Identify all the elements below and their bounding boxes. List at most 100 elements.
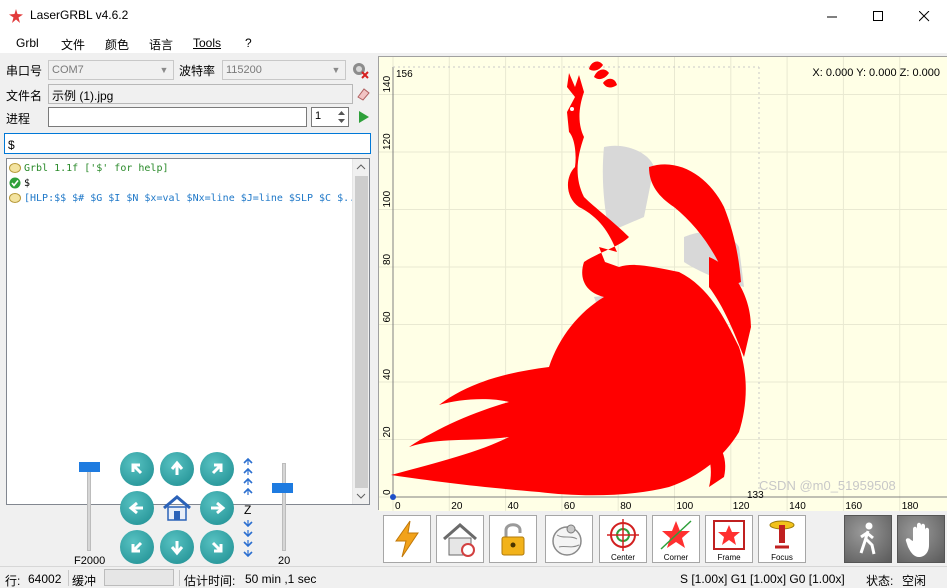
progress-label: 进程 — [6, 112, 31, 126]
frame-label: Frame — [717, 552, 741, 562]
coordinate-readout: X: 0.000 Y: 0.000 Z: 0.000 — [812, 67, 940, 79]
eraser-icon — [357, 88, 370, 101]
watermark-text: CSDN @m0_51959508 — [759, 478, 896, 493]
copies-value: 1 — [315, 110, 322, 122]
z-up-arrows-icon[interactable] — [243, 457, 253, 497]
maximize-button[interactable] — [855, 0, 901, 32]
step-slider-track[interactable] — [282, 463, 286, 551]
jog-up-left-button[interactable] — [120, 452, 154, 486]
x-tick-label: 20 — [451, 501, 463, 511]
jog-up-button[interactable] — [160, 452, 194, 486]
corner-star-icon — [660, 519, 692, 550]
jog-up-right-button[interactable] — [200, 452, 234, 486]
laser-grbl-window: LaserGRBL v4.6.2 Grbl 文件 颜色 语言 Tools ? 串… — [0, 0, 947, 588]
walk-button[interactable] — [844, 515, 892, 563]
walking-person-icon — [859, 522, 876, 555]
frame-button[interactable]: Frame — [705, 515, 753, 563]
run-program-button[interactable] — [354, 108, 372, 126]
z-down-arrows-icon[interactable] — [243, 518, 253, 562]
jog-left-button[interactable] — [120, 491, 154, 525]
x-tick-label: 80 — [620, 501, 632, 511]
x-tick-label: 100 — [677, 501, 694, 511]
file-label: 文件名 — [6, 89, 43, 103]
menu-help[interactable]: ? — [245, 36, 252, 50]
state-value: 空闲 — [902, 574, 927, 588]
height-label: 156 — [396, 69, 413, 80]
console-line-text: Grbl 1.1f ['$' for help] — [24, 162, 169, 174]
y-tick-label: 120 — [382, 133, 393, 150]
house-icon — [443, 523, 477, 557]
baud-label: 波特率 — [179, 64, 216, 78]
y-tick-label: 60 — [382, 311, 393, 323]
copies-stepper[interactable]: 1 — [311, 107, 349, 127]
y-tick-label: 140 — [382, 75, 393, 92]
feed-slider-track[interactable] — [87, 463, 91, 551]
arrow-down-icon — [170, 541, 184, 556]
home-button[interactable] — [436, 515, 484, 563]
x-tick-label: 0 — [395, 501, 401, 511]
open-file-button[interactable] — [354, 85, 372, 103]
close-icon — [918, 10, 929, 21]
status-divider — [179, 570, 180, 586]
buffer-label: 缓冲 — [72, 574, 97, 588]
play-icon — [359, 111, 369, 123]
house-icon — [163, 495, 191, 521]
port-select[interactable]: COM7 ▼ — [48, 60, 174, 80]
chevron-up-icon — [356, 164, 366, 170]
console-line: [HLP:$$ $# $G $I $N $x=val $Nx=line $J=l… — [9, 191, 361, 205]
x-tick-label: 60 — [564, 501, 576, 511]
menu-language[interactable]: 语言 — [149, 36, 173, 53]
command-input[interactable] — [4, 133, 371, 154]
port-value: COM7 — [52, 64, 84, 76]
jog-down-left-button[interactable] — [120, 530, 154, 564]
preview-panel[interactable]: 0 20 40 60 80 100 120 140 160 180 0 20 40 60 80 100 120… — [378, 56, 947, 511]
arrow-down-right-icon — [211, 541, 223, 553]
jog-down-right-button[interactable] — [200, 530, 234, 564]
center-button[interactable]: Center — [599, 515, 647, 563]
arrow-down-left-icon — [131, 541, 143, 553]
y-tick-labels: 0 20 40 60 80 100 120 140 — [382, 75, 393, 495]
run-button[interactable] — [383, 515, 431, 563]
arrow-up-left-icon — [131, 463, 143, 475]
disconnect-button[interactable] — [351, 61, 369, 79]
x-tick-label: 120 — [733, 501, 750, 511]
title-bar: LaserGRBL v4.6.2 — [0, 0, 947, 32]
x-tick-label: 160 — [845, 501, 862, 511]
engraving-preview[interactable]: 0 20 40 60 80 100 120 140 160 180 0 20 40 60 80 100 120… — [379, 57, 947, 511]
action-toolbar: Center Corner Frame Focus — [380, 512, 947, 564]
focus-button[interactable]: Focus — [758, 515, 806, 563]
baud-select[interactable]: 115200 ▼ — [222, 60, 346, 80]
arrow-right-icon — [211, 501, 226, 515]
baud-value: 115200 — [226, 64, 262, 76]
menu-file[interactable]: 文件 — [61, 36, 85, 53]
x-tick-label: 40 — [508, 501, 520, 511]
minimize-button[interactable] — [809, 0, 855, 32]
lightning-icon — [395, 520, 419, 558]
globe-button[interactable] — [545, 515, 593, 563]
z-label: Z — [244, 503, 252, 517]
console-scrollbar[interactable] — [352, 159, 369, 504]
corner-button[interactable]: Corner — [652, 515, 700, 563]
eta-label: 估计时间: — [184, 574, 236, 588]
port-label: 串口号 — [6, 64, 43, 78]
menu-tools[interactable]: Tools — [193, 36, 221, 50]
home-jog-button[interactable] — [160, 491, 194, 525]
eta-value: 50 min ,1 sec — [245, 572, 317, 586]
close-button[interactable] — [901, 0, 947, 32]
feed-slider-thumb[interactable] — [79, 462, 100, 472]
unlock-button[interactable] — [489, 515, 537, 563]
jog-down-button[interactable] — [160, 530, 194, 564]
left-panel: 串口号 COM7 ▼ 波特率 115200 ▼ 文件名 示例 (1).jpg 进… — [0, 55, 376, 567]
x-tick-labels: 0 20 40 60 80 100 120 140 160 180 — [395, 501, 919, 511]
step-slider-thumb[interactable] — [272, 483, 293, 493]
menu-grbl[interactable]: Grbl — [16, 36, 39, 50]
focus-label: Focus — [771, 552, 793, 562]
y-tick-label: 100 — [382, 190, 393, 207]
stop-button[interactable] — [897, 515, 945, 563]
connect-plug-icon — [353, 63, 369, 79]
focus-icon — [769, 520, 795, 548]
scrollbar-thumb[interactable] — [355, 176, 368, 488]
menu-colors[interactable]: 颜色 — [105, 36, 129, 53]
jog-right-button[interactable] — [200, 491, 234, 525]
info-bubble-icon — [9, 193, 21, 203]
